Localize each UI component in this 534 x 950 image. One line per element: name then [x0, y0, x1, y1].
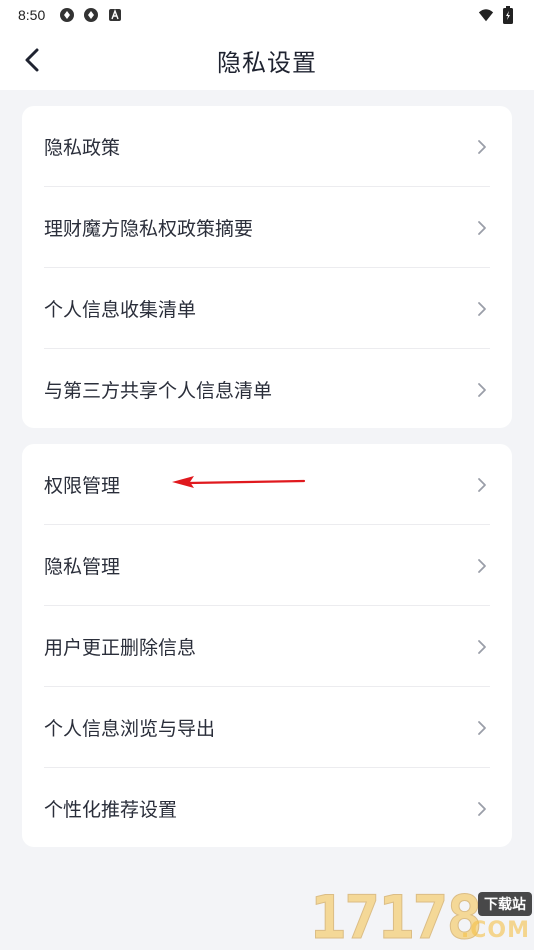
menu-item-label: 与第三方共享个人信息清单: [44, 380, 273, 402]
chevron-right-icon: [474, 301, 490, 317]
menu-item-correct-delete-info[interactable]: 用户更正删除信息: [22, 606, 512, 687]
watermark-badge: 下载站: [478, 892, 532, 916]
menu-item-personalized-recommendation[interactable]: 个性化推荐设置: [22, 768, 512, 849]
status-left: 8:50: [18, 7, 123, 23]
page-title: 隐私设置: [217, 48, 317, 77]
menu-item-label: 个人信息浏览与导出: [44, 718, 216, 740]
notification-a-icon: [107, 7, 123, 23]
chevron-right-icon: [474, 558, 490, 574]
chevron-right-icon: [474, 477, 490, 493]
chevron-right-icon: [474, 220, 490, 236]
wifi-icon: [478, 7, 494, 23]
menu-item-label: 理财魔方隐私权政策摘要: [44, 218, 254, 240]
menu-item-privacy-policy[interactable]: 隐私政策: [22, 106, 512, 187]
nav-bar: 隐私设置: [0, 30, 534, 90]
chevron-right-icon: [474, 639, 490, 655]
sync-icon: [59, 7, 75, 23]
chevron-right-icon: [474, 382, 490, 398]
status-time: 8:50: [18, 7, 46, 23]
watermark-number: 17178: [310, 883, 484, 950]
status-bar: 8:50: [0, 0, 534, 30]
status-right: [478, 6, 516, 24]
menu-item-label: 个性化推荐设置: [44, 799, 178, 821]
menu-item-personal-info-collection-list[interactable]: 个人信息收集清单: [22, 268, 512, 349]
battery-icon: [500, 6, 516, 24]
menu-item-third-party-sharing-list[interactable]: 与第三方共享个人信息清单: [22, 349, 512, 430]
back-button[interactable]: [16, 44, 48, 76]
annotation-arrow-icon: [172, 476, 306, 488]
settings-group-management: 权限管理 隐私管理 用户更正删除信息 个人信息浏览与导出 个性化推荐设置: [22, 444, 512, 847]
menu-item-label: 个人信息收集清单: [44, 299, 197, 321]
menu-item-label: 隐私政策: [44, 137, 121, 159]
chevron-left-icon: [25, 48, 39, 72]
chevron-right-icon: [474, 720, 490, 736]
watermark-suffix: .COM: [460, 918, 530, 943]
menu-item-privacy-management[interactable]: 隐私管理: [22, 525, 512, 606]
chevron-right-icon: [474, 801, 490, 817]
sync-icon: [83, 7, 99, 23]
settings-group-legal: 隐私政策 理财魔方隐私权政策摘要 个人信息收集清单 与第三方共享个人信息清单: [22, 106, 512, 428]
chevron-right-icon: [474, 139, 490, 155]
menu-item-privacy-policy-summary[interactable]: 理财魔方隐私权政策摘要: [22, 187, 512, 268]
menu-item-browse-export-info[interactable]: 个人信息浏览与导出: [22, 687, 512, 768]
menu-item-label: 隐私管理: [44, 556, 121, 578]
menu-item-label: 用户更正删除信息: [44, 637, 197, 659]
watermark-logo: 17178 下载站 .COM: [310, 886, 534, 950]
